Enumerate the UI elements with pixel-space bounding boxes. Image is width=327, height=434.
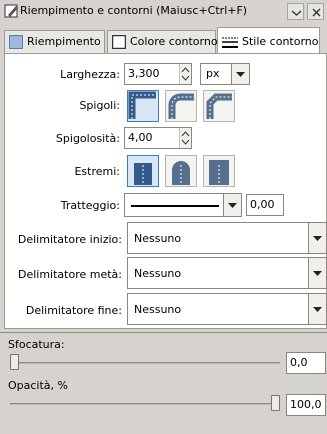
dash-label: Tratteggio: [60, 199, 120, 212]
unit-select[interactable]: px [200, 63, 250, 85]
opacity-value: 100,0 [290, 398, 322, 411]
bevel-join-icon [206, 93, 232, 119]
start-marker-value: Nessuno [134, 232, 182, 245]
width-label: Larghezza: [60, 68, 120, 81]
round-join-icon [168, 93, 194, 119]
mid-marker-value: Nessuno [134, 267, 182, 280]
end-marker-value: Nessuno [134, 303, 182, 316]
bevel-join-button[interactable] [203, 90, 235, 122]
start-marker-label: Delimitatore inizio: [17, 233, 122, 246]
chevron-down-icon[interactable] [308, 223, 326, 253]
square-cap-icon [209, 160, 229, 185]
blur-slider-thumb[interactable] [10, 354, 19, 370]
spin-arrows-icon[interactable] [179, 128, 191, 148]
square-cap-button[interactable] [203, 155, 235, 187]
blur-slider-track[interactable] [10, 362, 280, 364]
close-icon [312, 8, 321, 17]
mid-marker-label: Delimitatore metà: [17, 268, 122, 281]
stroke-paint-icon [111, 34, 127, 50]
round-join-button[interactable] [165, 90, 197, 122]
window-title: Riempimento e contorni (Maiusc+Ctrl+F) [20, 4, 248, 17]
chevron-down-icon[interactable] [308, 258, 326, 288]
tab-stroke-paint-label: Colore contorno [130, 35, 218, 48]
section-divider [0, 332, 327, 333]
dash-offset-value: 0,00 [250, 198, 275, 211]
miter-join-button[interactable] [127, 90, 159, 122]
stroke-style-icon [222, 35, 238, 49]
miter-limit-spinbox[interactable]: 4,00 [124, 127, 192, 149]
opacity-slider-thumb[interactable] [271, 395, 280, 411]
dash-pattern-select[interactable] [124, 193, 242, 217]
tab-fill-label: Riempimento [27, 35, 101, 48]
butt-cap-button[interactable] [127, 155, 159, 187]
tab-stroke-paint[interactable]: Colore contorno [107, 30, 218, 53]
join-label: Spigoli: [79, 99, 120, 112]
chevron-down-icon[interactable] [231, 64, 249, 84]
round-cap-icon [172, 161, 190, 185]
mid-marker-select[interactable]: Nessuno [127, 257, 327, 289]
width-spinbox[interactable]: 3,300 [124, 63, 192, 85]
miter-limit-value: 4,00 [128, 131, 153, 144]
chevron-down-icon[interactable] [308, 294, 326, 324]
blur-value-field[interactable]: 0,0 [286, 352, 326, 374]
tab-stroke-style-label: Stile contorno [242, 35, 319, 48]
unit-value: px [206, 67, 220, 80]
miter-limit-label: Spigolosità: [55, 132, 120, 145]
chevron-down-icon[interactable] [223, 194, 241, 216]
end-marker-label: Delimitatore fine: [25, 304, 122, 317]
spin-arrows-icon[interactable] [179, 64, 191, 84]
flat-fill-icon [9, 35, 23, 49]
dash-pattern-preview [131, 205, 219, 207]
chevron-down-icon [291, 10, 302, 16]
round-cap-button[interactable] [165, 155, 197, 187]
close-button[interactable] [307, 3, 324, 20]
fill-stroke-app-icon [4, 3, 20, 19]
dash-offset-field[interactable]: 0,00 [246, 194, 284, 216]
blur-value: 0,0 [290, 356, 308, 369]
blur-label: Sfocatura: [8, 338, 65, 351]
start-marker-select[interactable]: Nessuno [127, 222, 327, 254]
cap-label: Estremi: [74, 165, 120, 178]
width-value: 3,300 [128, 67, 160, 80]
butt-cap-icon [134, 163, 152, 185]
opacity-label: Opacità, % [8, 379, 68, 392]
miter-join-icon [128, 91, 156, 119]
tab-stroke-style[interactable]: Stile contorno [217, 27, 320, 54]
tab-fill[interactable]: Riempimento [4, 30, 105, 53]
menu-button[interactable] [287, 3, 304, 20]
end-marker-select[interactable]: Nessuno [127, 293, 327, 325]
opacity-value-field[interactable]: 100,0 [286, 394, 326, 416]
opacity-slider-track[interactable] [10, 403, 280, 405]
title-bar: Riempimento e contorni (Maiusc+Ctrl+F) [0, 0, 327, 23]
